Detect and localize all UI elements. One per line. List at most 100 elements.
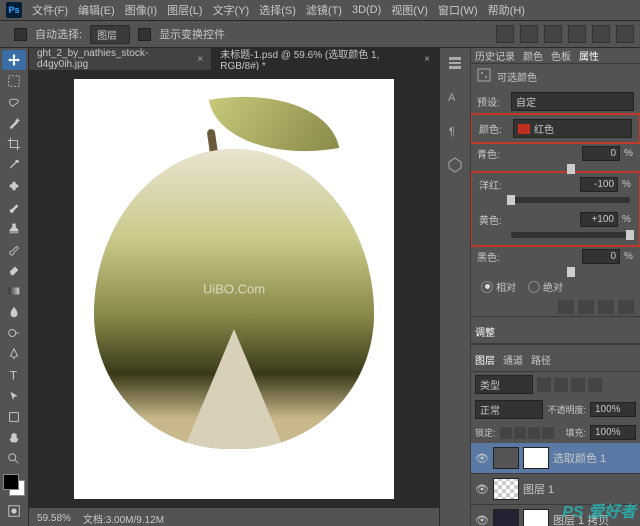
menu-window[interactable]: 窗口(W)	[438, 2, 478, 18]
align-icon[interactable]	[520, 25, 538, 43]
pen-tool[interactable]	[2, 344, 26, 364]
menu-layer[interactable]: 图层(L)	[167, 2, 202, 18]
wand-tool[interactable]	[2, 113, 26, 133]
menu-type[interactable]: 文字(Y)	[213, 2, 250, 18]
lock-icon[interactable]	[528, 427, 540, 439]
panel-icon[interactable]	[446, 54, 464, 72]
blend-mode[interactable]: 正常	[475, 400, 543, 419]
zoom-tool[interactable]	[2, 449, 26, 469]
magenta-value[interactable]: -100	[580, 177, 618, 192]
lock-icon[interactable]	[500, 427, 512, 439]
yellow-slider[interactable]	[511, 232, 630, 238]
panel-btn[interactable]	[598, 300, 614, 314]
filter-icon[interactable]	[537, 378, 551, 392]
cyan-value[interactable]: 0	[582, 146, 620, 161]
filter-icon[interactable]	[588, 378, 602, 392]
align-icon[interactable]	[568, 25, 586, 43]
black-value[interactable]: 0	[582, 249, 620, 264]
transform-checkbox[interactable]	[138, 28, 151, 41]
color-dropdown[interactable]: 红色	[513, 119, 632, 138]
layer-name[interactable]: 选取颜色 1	[553, 450, 606, 466]
panel-icon[interactable]	[446, 156, 464, 174]
lasso-tool[interactable]	[2, 92, 26, 112]
color-swatch[interactable]	[3, 474, 25, 496]
relative-radio[interactable]: 相对	[481, 279, 516, 294]
align-icon[interactable]	[592, 25, 610, 43]
lock-icon[interactable]	[514, 427, 526, 439]
marquee-tool[interactable]	[2, 71, 26, 91]
quickmask-toggle[interactable]	[2, 501, 26, 521]
move-tool[interactable]	[2, 50, 26, 70]
tab-swatches[interactable]: 色板	[551, 48, 571, 63]
menu-view[interactable]: 视图(V)	[391, 2, 428, 18]
brush-tool[interactable]	[2, 197, 26, 217]
tab-history[interactable]: 历史记录	[475, 48, 515, 63]
align-icon[interactable]	[544, 25, 562, 43]
panel-icon[interactable]: ¶	[446, 122, 464, 140]
type-tool[interactable]: T	[2, 365, 26, 385]
eyedropper-tool[interactable]	[2, 155, 26, 175]
menu-help[interactable]: 帮助(H)	[488, 2, 525, 18]
document-tabs: ght_2_by_nathies_stock-d4gy0ih.jpg× 未标题-…	[29, 48, 439, 70]
shape-tool[interactable]	[2, 407, 26, 427]
magenta-slider[interactable]	[511, 197, 630, 203]
layer-row[interactable]: 👁 选取颜色 1	[471, 443, 640, 474]
opacity-value[interactable]: 100%	[590, 402, 636, 417]
tab-properties[interactable]: 属性	[579, 48, 599, 63]
align-icon[interactable]	[496, 25, 514, 43]
tab-channels[interactable]: 通道	[503, 352, 523, 367]
eraser-tool[interactable]	[2, 260, 26, 280]
history-brush-tool[interactable]	[2, 239, 26, 259]
visibility-icon[interactable]: 👁	[475, 514, 489, 526]
menu-edit[interactable]: 编辑(E)	[78, 2, 115, 18]
tab-color[interactable]: 颜色	[523, 48, 543, 63]
layer-name[interactable]: 图层 1	[523, 481, 554, 497]
visibility-icon[interactable]: 👁	[475, 452, 489, 465]
path-select-tool[interactable]	[2, 386, 26, 406]
blur-tool[interactable]	[2, 302, 26, 322]
tab-paths[interactable]: 路径	[531, 352, 551, 367]
layer-thumb[interactable]	[493, 447, 519, 469]
align-icon[interactable]	[616, 25, 634, 43]
doc-size[interactable]: 文档:3.00M/9.12M	[83, 511, 164, 526]
yellow-value[interactable]: +100	[580, 212, 618, 227]
close-icon[interactable]: ×	[197, 54, 203, 65]
filter-icon[interactable]	[571, 378, 585, 392]
preset-dropdown[interactable]: 自定	[511, 92, 634, 111]
absolute-radio[interactable]: 绝对	[528, 279, 563, 294]
crop-tool[interactable]	[2, 134, 26, 154]
panel-icon[interactable]: A	[446, 88, 464, 106]
panel-btn[interactable]	[618, 300, 634, 314]
panel-btn[interactable]	[578, 300, 594, 314]
autoselect-checkbox[interactable]	[14, 28, 27, 41]
heal-tool[interactable]	[2, 176, 26, 196]
menu-image[interactable]: 图像(I)	[125, 2, 157, 18]
gradient-tool[interactable]	[2, 281, 26, 301]
layer-thumb[interactable]	[493, 509, 519, 526]
doc-tab[interactable]: 未标题-1.psd @ 59.6% (选取颜色 1, RGB/8#) *×	[212, 48, 439, 70]
menu-filter[interactable]: 滤镜(T)	[306, 2, 342, 18]
tab-layers[interactable]: 图层	[475, 352, 495, 367]
canvas[interactable]: UiBO.Com	[29, 70, 439, 508]
close-icon[interactable]: ×	[424, 54, 430, 65]
dodge-tool[interactable]	[2, 323, 26, 343]
percent-label: %	[624, 148, 634, 159]
menu-file[interactable]: 文件(F)	[32, 2, 68, 18]
autoselect-target[interactable]: 图层	[90, 25, 130, 44]
zoom-level[interactable]: 59.58%	[37, 513, 71, 524]
stamp-tool[interactable]	[2, 218, 26, 238]
layer-mask[interactable]	[523, 447, 549, 469]
layer-thumb[interactable]	[493, 478, 519, 500]
doc-tab[interactable]: ght_2_by_nathies_stock-d4gy0ih.jpg×	[29, 48, 212, 70]
filter-icon[interactable]	[554, 378, 568, 392]
filter-kind[interactable]: 类型	[475, 375, 533, 394]
hand-tool[interactable]	[2, 428, 26, 448]
visibility-icon[interactable]: 👁	[475, 483, 489, 496]
tab-adjustments[interactable]: 调整	[475, 324, 495, 339]
fill-value[interactable]: 100%	[590, 425, 636, 440]
menu-select[interactable]: 选择(S)	[259, 2, 296, 18]
lock-icon[interactable]	[542, 427, 554, 439]
layer-mask[interactable]	[523, 509, 549, 526]
menu-3d[interactable]: 3D(D)	[352, 4, 381, 16]
panel-btn[interactable]	[558, 300, 574, 314]
